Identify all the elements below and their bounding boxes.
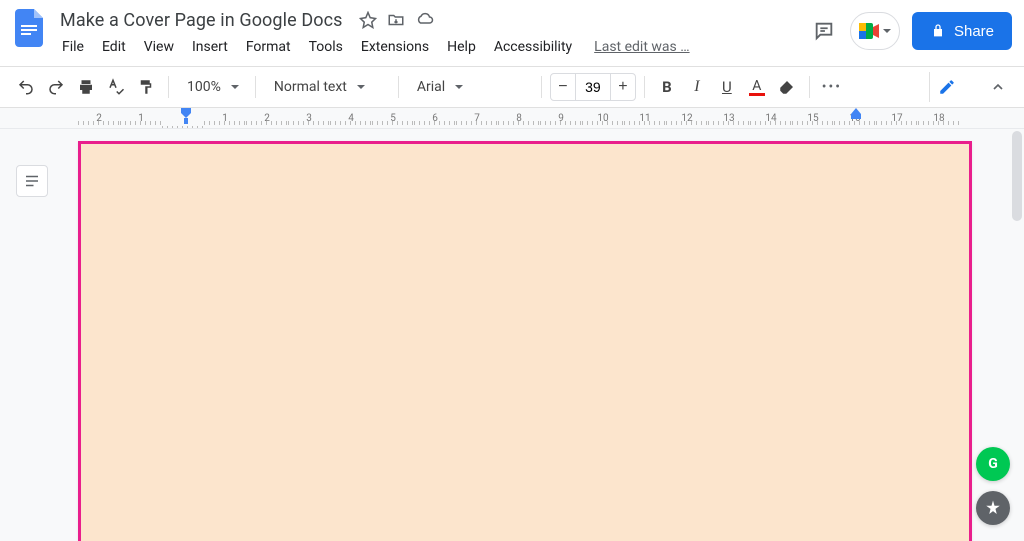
pencil-icon [938,78,956,96]
ruler-tick: 3 [288,113,330,124]
menu-tools[interactable]: Tools [301,35,351,59]
ruler-tick: 2 [246,113,288,124]
ruler-tick: 9 [540,113,582,124]
vertical-scrollbar[interactable] [1010,129,1022,541]
collapse-toolbar-button[interactable] [984,73,1012,101]
page-canvas[interactable] [78,141,972,541]
ruler-tick: 18 [918,113,960,124]
explore-button[interactable] [976,491,1010,525]
font-select[interactable]: Arial [407,73,533,101]
share-button[interactable]: Share [912,12,1012,50]
menu-view[interactable]: View [136,35,182,59]
more-toolbar-button[interactable]: ••• [818,73,846,101]
comments-icon[interactable] [810,17,838,45]
cloud-status-icon[interactable] [415,11,435,29]
menu-extensions[interactable]: Extensions [353,35,437,59]
ruler-tick: 10 [582,113,624,124]
underline-button[interactable]: U [713,73,741,101]
menu-file[interactable]: File [54,35,92,59]
ruler-tick: 6 [414,113,456,124]
menu-format[interactable]: Format [238,35,299,59]
font-size-stepper: − + [550,73,636,101]
docs-logo-icon[interactable] [12,10,48,46]
italic-button[interactable]: I [683,73,711,101]
ruler-tick: 1 [120,113,162,124]
right-indent-marker[interactable] [850,108,862,120]
ruler-tick: 8 [498,113,540,124]
ruler-tick: 1 [204,113,246,124]
paint-format-button[interactable] [132,73,160,101]
undo-button[interactable] [12,73,40,101]
chevron-down-icon [231,85,239,89]
ruler-tick: 7 [456,113,498,124]
menu-accessibility[interactable]: Accessibility [486,35,580,59]
ruler-tick: 15 [792,113,834,124]
meet-button[interactable] [850,12,900,50]
ruler-tick: 5 [372,113,414,124]
chevron-down-icon [357,85,365,89]
share-label: Share [954,23,994,40]
text-color-button[interactable]: A [743,73,771,101]
toolbar: 100% Normal text Arial − + B I U A ••• [0,67,1024,108]
menu-help[interactable]: Help [439,35,484,59]
ruler-tick: 14 [750,113,792,124]
horizontal-ruler[interactable]: 21123456789101112131415161718 [0,108,1024,129]
font-size-increase[interactable]: + [611,74,635,100]
print-button[interactable] [72,73,100,101]
redo-button[interactable] [42,73,70,101]
chevron-down-icon [455,85,463,89]
ruler-tick: 11 [624,113,666,124]
menu-insert[interactable]: Insert [184,35,236,59]
grammarly-button[interactable]: G [976,447,1010,481]
menu-edit[interactable]: Edit [94,35,134,59]
ruler-tick: 4 [330,113,372,124]
editing-mode-button[interactable] [929,72,968,102]
font-size-decrease[interactable]: − [551,74,575,100]
paragraph-style-select[interactable]: Normal text [264,73,390,101]
ruler-tick: 17 [876,113,918,124]
highlight-button[interactable] [773,73,801,101]
show-outline-button[interactable] [16,165,48,197]
bold-button[interactable]: B [653,73,681,101]
star-icon[interactable] [359,11,377,29]
ruler-tick: 12 [666,113,708,124]
spellcheck-button[interactable] [102,73,130,101]
document-title[interactable]: Make a Cover Page in Google Docs [54,8,349,33]
move-icon[interactable] [387,11,405,29]
font-size-input[interactable] [575,74,611,100]
lock-icon [930,23,946,39]
last-edit-link[interactable]: Last edit was … [594,39,689,55]
ruler-tick: 2 [78,113,120,124]
chevron-down-icon [883,29,891,33]
zoom-select[interactable]: 100% [177,73,247,101]
left-indent-marker[interactable] [180,108,192,124]
ruler-tick: 13 [708,113,750,124]
scrollbar-thumb[interactable] [1012,131,1022,221]
